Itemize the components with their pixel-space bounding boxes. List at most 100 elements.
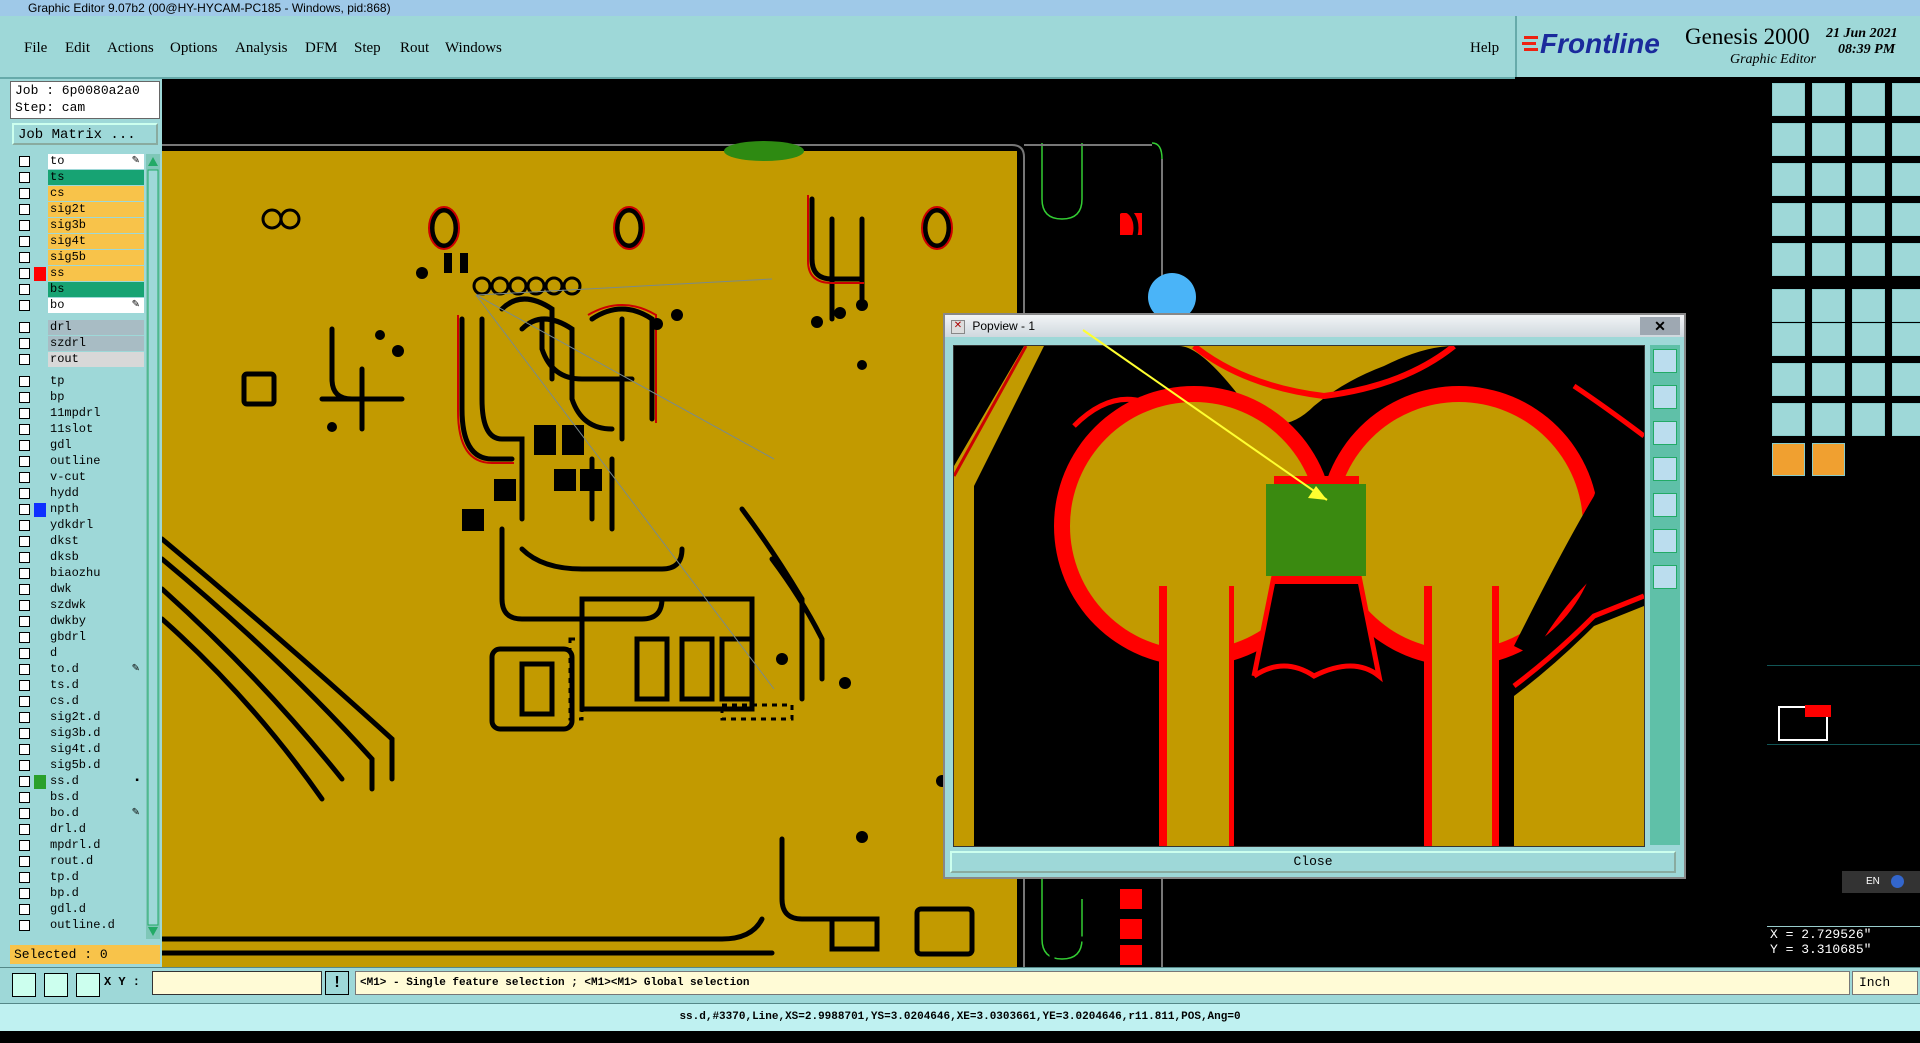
layer-checkbox[interactable] [19, 188, 30, 199]
layer-row[interactable]: sig2t [12, 202, 144, 218]
layer-name[interactable]: npth [48, 502, 144, 517]
tool-fit-icon[interactable] [1892, 123, 1920, 156]
layer-name[interactable]: mpdrl.d [48, 838, 144, 853]
layer-row[interactable]: gdl.d [12, 902, 144, 918]
tool-cut-icon[interactable] [1812, 203, 1845, 236]
layer-row[interactable]: to ✎ [12, 154, 144, 170]
popview-tool-zoom-in-icon[interactable] [1653, 529, 1677, 553]
layer-row[interactable]: ts.d [12, 678, 144, 694]
layer-row[interactable]: drl [12, 320, 144, 336]
layer-row[interactable]: npth [12, 502, 144, 518]
layer-name[interactable]: bo.d ✎ [48, 806, 144, 821]
measure-tool-icon[interactable] [44, 973, 68, 997]
selected-feature[interactable] [1266, 484, 1366, 576]
layer-name[interactable]: szdrl [48, 336, 144, 351]
layer-name[interactable]: sig5b.d [48, 758, 144, 773]
tool-pointer-icon[interactable] [1852, 403, 1885, 436]
layer-name[interactable]: gdl [48, 438, 144, 453]
tool-cross-icon[interactable] [1772, 289, 1805, 322]
tool-copy-icon[interactable] [1772, 83, 1805, 116]
layer-row[interactable]: rout [12, 352, 144, 368]
popview-tool-right-icon[interactable] [1653, 493, 1677, 517]
layer-row[interactable]: d [12, 646, 144, 662]
tool-pad-icon[interactable] [1852, 323, 1885, 356]
layer-name[interactable]: dkst [48, 534, 144, 549]
tool-pointer2-icon[interactable] [1892, 403, 1920, 436]
tool-line-icon[interactable] [1892, 289, 1920, 322]
layer-name[interactable]: cs [48, 186, 144, 201]
layer-checkbox[interactable] [19, 552, 30, 563]
popview-canvas[interactable] [953, 345, 1645, 847]
layer-row[interactable]: gbdrl [12, 630, 144, 646]
layer-checkbox[interactable] [19, 338, 30, 349]
popview-close-icon[interactable]: ✕ [1640, 317, 1680, 335]
layer-name[interactable]: biaozhu [48, 566, 144, 581]
tool-grid-icon[interactable] [1892, 163, 1920, 196]
layer-name[interactable]: sig2t.d [48, 710, 144, 725]
layer-row[interactable]: dksb [12, 550, 144, 566]
layer-row[interactable]: sig3b [12, 218, 144, 234]
layer-row[interactable]: hydd [12, 486, 144, 502]
tool-circle-icon[interactable] [1812, 243, 1845, 276]
tool-pointer4-icon[interactable] [1812, 443, 1845, 476]
menu-windows[interactable]: Windows [445, 40, 502, 57]
layer-row[interactable]: bo.d ✎ [12, 806, 144, 822]
tool-align-icon[interactable] [1772, 363, 1805, 396]
layer-row[interactable]: sig3b.d [12, 726, 144, 742]
layer-row[interactable]: bs [12, 282, 144, 298]
layer-checkbox[interactable] [19, 760, 30, 771]
layer-name[interactable]: sig2t [48, 202, 144, 217]
layer-row[interactable]: dwk [12, 582, 144, 598]
tool-home-icon[interactable] [1852, 83, 1885, 116]
layer-checkbox[interactable] [19, 268, 30, 279]
layer-row[interactable]: sig4t [12, 234, 144, 250]
layer-checkbox[interactable] [19, 204, 30, 215]
overview-map[interactable] [1767, 665, 1920, 745]
layer-row[interactable]: tp.d [12, 870, 144, 886]
layer-checkbox[interactable] [19, 648, 30, 659]
layer-checkbox[interactable] [19, 392, 30, 403]
popview-close-button[interactable]: Close [950, 851, 1676, 873]
tool-layer-icon[interactable] [1892, 83, 1920, 116]
layer-row[interactable]: bp.d [12, 886, 144, 902]
layer-row[interactable]: outline [12, 454, 144, 470]
tool-redo-icon[interactable] [1812, 123, 1845, 156]
layer-name[interactable]: ts.d [48, 678, 144, 693]
menu-actions[interactable]: Actions [107, 40, 154, 57]
layer-name[interactable]: bo ✎ [48, 298, 144, 313]
layer-name[interactable]: ts [48, 170, 144, 185]
layer-name[interactable]: ss [48, 266, 144, 281]
tool-align2-icon[interactable] [1812, 363, 1845, 396]
layer-name[interactable]: bp [48, 390, 144, 405]
layer-name[interactable]: d [48, 646, 144, 661]
tool-net-icon[interactable] [1892, 243, 1920, 276]
layer-checkbox[interactable] [19, 440, 30, 451]
layer-row[interactable]: ts [12, 170, 144, 186]
tool-triangle-icon[interactable] [1852, 363, 1885, 396]
tool-zoom-icon[interactable] [1892, 323, 1920, 356]
layer-checkbox[interactable] [19, 696, 30, 707]
layer-checkbox[interactable] [19, 632, 30, 643]
layer-name[interactable]: outline [48, 454, 144, 469]
layer-checkbox[interactable] [19, 712, 30, 723]
popview-tool-left-icon[interactable] [1653, 457, 1677, 481]
popview-tool-up-icon[interactable] [1653, 385, 1677, 409]
exclamation-icon[interactable]: ! [325, 971, 349, 995]
menu-rout[interactable]: Rout [400, 40, 429, 57]
layer-name[interactable]: tp [48, 374, 144, 389]
tool-pin-icon[interactable] [1852, 203, 1885, 236]
tool-snap-icon[interactable] [1852, 163, 1885, 196]
layer-checkbox[interactable] [19, 284, 30, 295]
layer-checkbox[interactable] [19, 300, 30, 311]
layer-row[interactable]: sig5b [12, 250, 144, 266]
layer-name[interactable]: bp.d [48, 886, 144, 901]
layer-checkbox[interactable] [19, 520, 30, 531]
layer-name[interactable]: gdl.d [48, 902, 144, 917]
layer-checkbox[interactable] [19, 584, 30, 595]
layer-checkbox[interactable] [19, 664, 30, 675]
layer-checkbox[interactable] [19, 536, 30, 547]
tool-move-icon[interactable] [1812, 83, 1845, 116]
layer-name[interactable]: drl.d [48, 822, 144, 837]
layer-row[interactable]: rout.d [12, 854, 144, 870]
tool-bullet-icon[interactable] [1852, 243, 1885, 276]
